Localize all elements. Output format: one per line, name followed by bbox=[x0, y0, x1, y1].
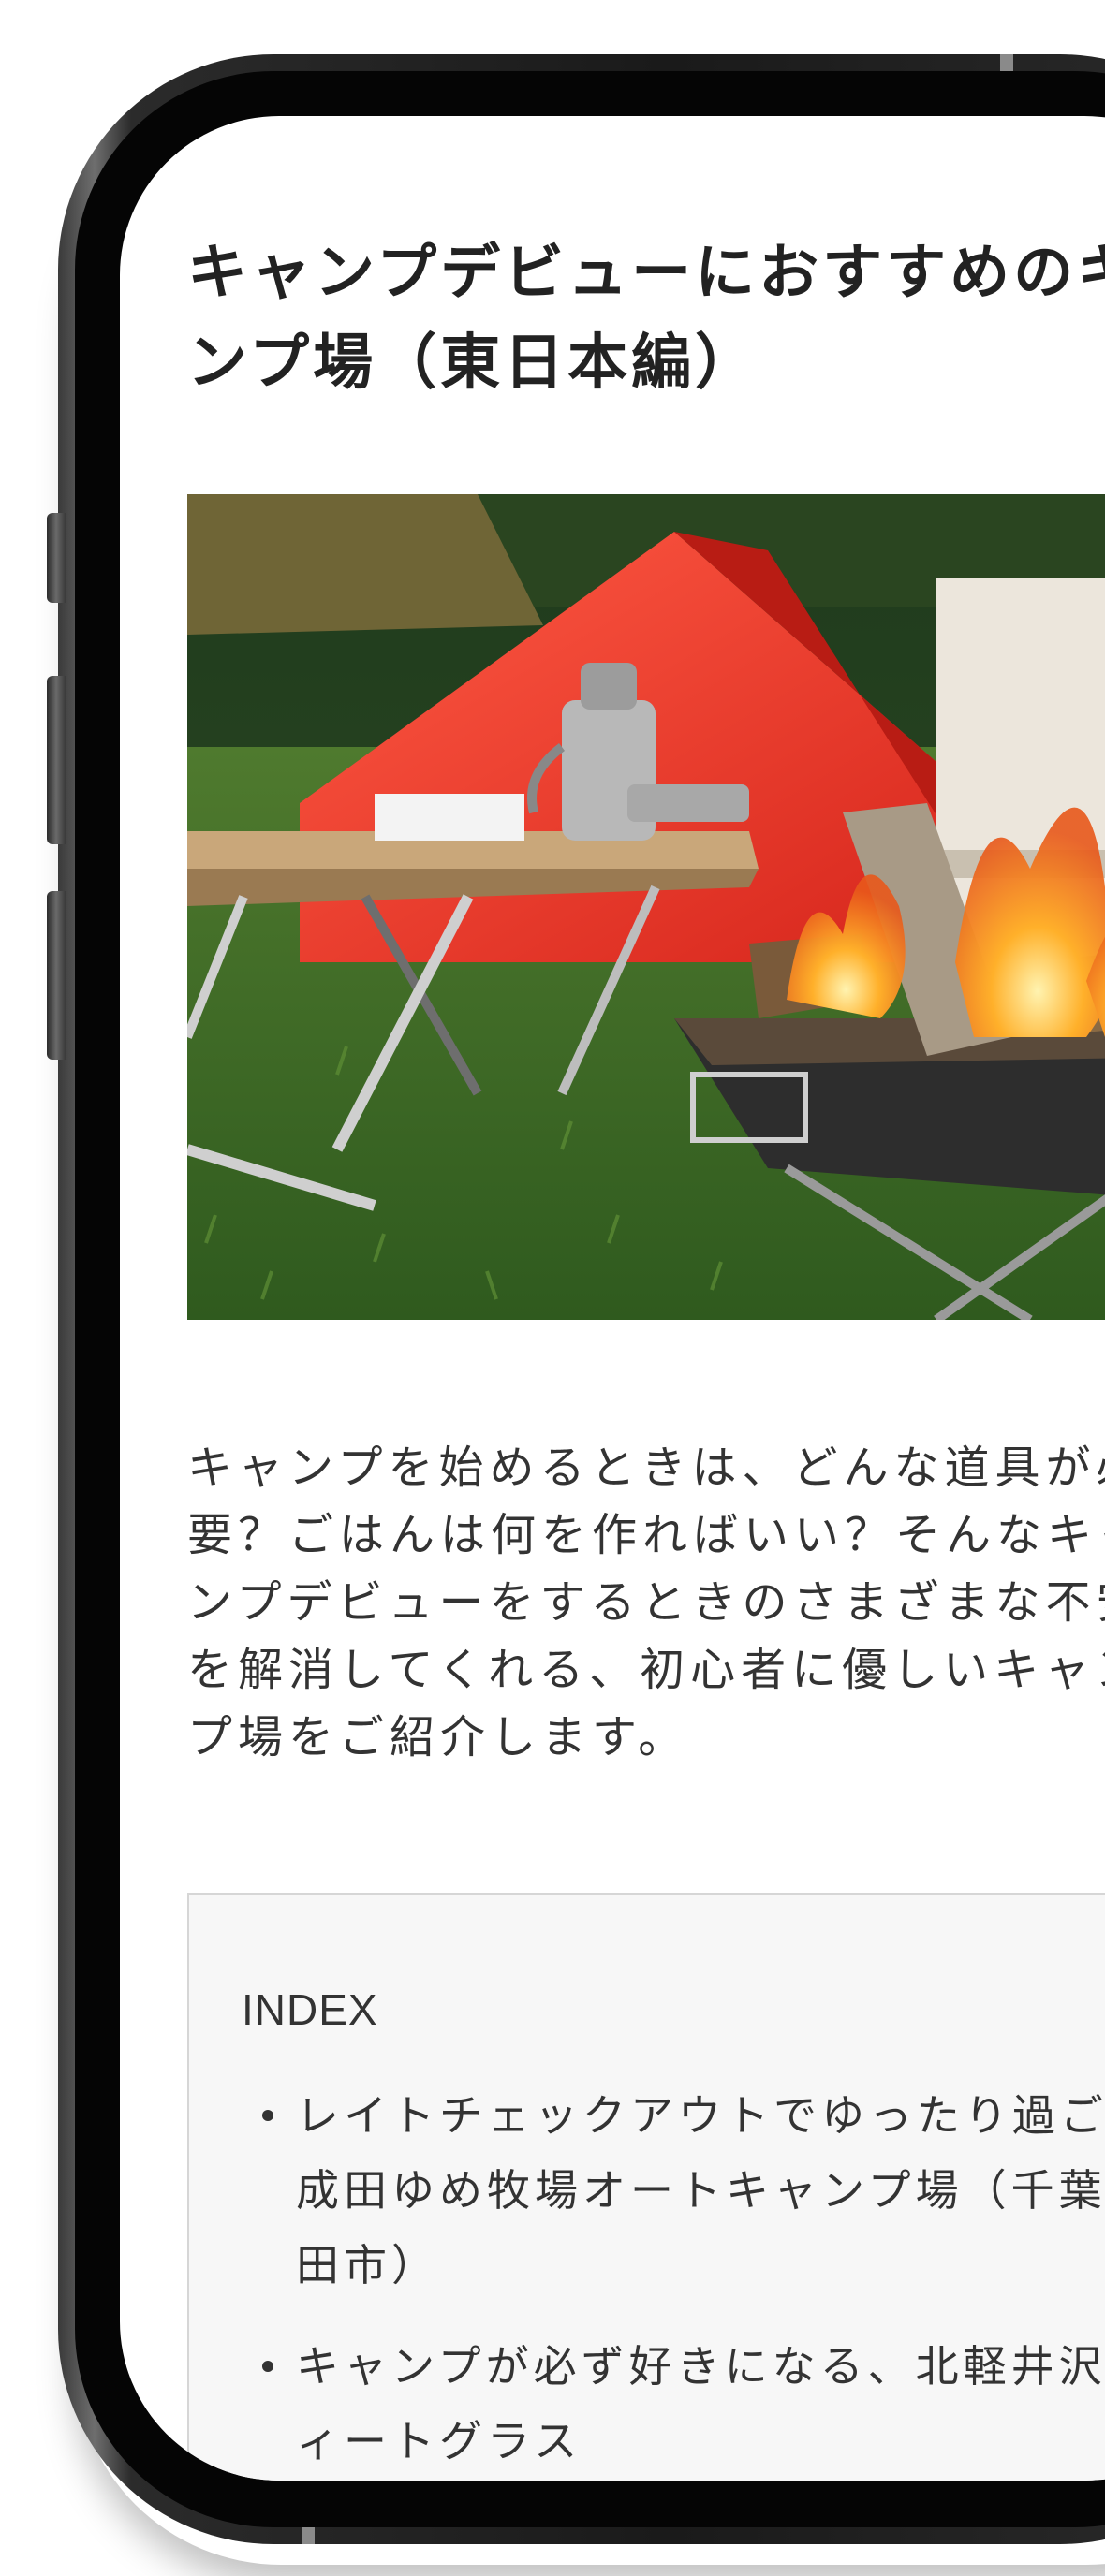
campfire-tent-illustration bbox=[187, 494, 1105, 1320]
toc-link-label: レイトチェックアウトでゆったり過ごせる成田ゆめ牧場オートキャンプ場（千葉県成田市… bbox=[296, 2090, 1105, 2291]
article-page[interactable]: キャンプデビューにおすすめのキャンプ場（東日本編） キャンプを始めるときは、どん… bbox=[120, 116, 1105, 2481]
toc-list: レイトチェックアウトでゆったり過ごせる成田ゆめ牧場オートキャンプ場（千葉県成田市… bbox=[242, 2078, 1105, 2481]
volume-down-button bbox=[47, 891, 66, 1060]
toc-link-label: キャンプが必ず好きになる、北軽井沢スウィートグラス bbox=[296, 2341, 1105, 2466]
volume-up-button bbox=[47, 676, 66, 844]
page-title: キャンプデビューにおすすめのキャンプ場（東日本編） bbox=[187, 239, 1105, 398]
silent-switch bbox=[47, 513, 66, 603]
bullet-icon bbox=[262, 2110, 273, 2121]
table-of-contents: INDEX レイトチェックアウトでゆったり過ごせる成田ゆめ牧場オートキャンプ場（… bbox=[187, 1893, 1105, 2481]
intro-paragraph: キャンプを始めるときは、どんな道具が必要？ごはんは何を作ればいい？そんなキャンプ… bbox=[187, 1442, 1105, 1764]
stage: キャンプデビューにおすすめのキャンプ場（東日本編） キャンプを始めるときは、どん… bbox=[0, 0, 1105, 2576]
bullet-icon bbox=[262, 2361, 273, 2372]
toc-link[interactable]: キャンプが必ず好きになる、北軽井沢スウィートグラス bbox=[242, 2329, 1105, 2479]
phone-screen[interactable]: キャンプデビューにおすすめのキャンプ場（東日本編） キャンプを始めるときは、どん… bbox=[120, 116, 1105, 2481]
toc-heading: INDEX bbox=[242, 1985, 378, 2034]
hero-image bbox=[187, 494, 1105, 1320]
toc-link[interactable]: レイトチェックアウトでゆったり過ごせる成田ゆめ牧場オートキャンプ場（千葉県成田市… bbox=[242, 2078, 1105, 2303]
